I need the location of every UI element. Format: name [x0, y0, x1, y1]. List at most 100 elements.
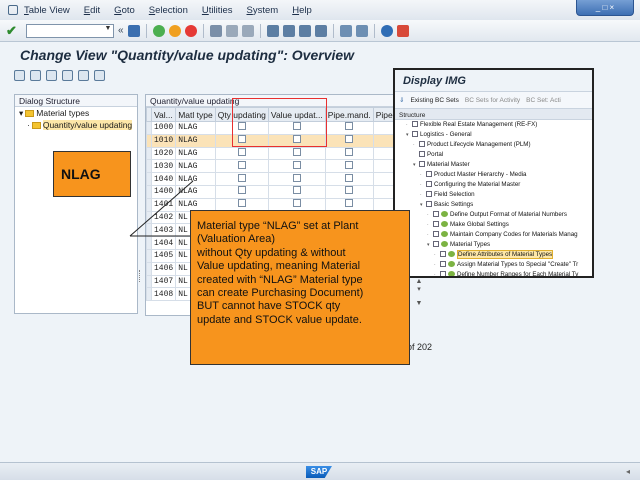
display-change-icon[interactable] — [14, 69, 25, 81]
documentation-icon[interactable] — [419, 161, 425, 168]
valuation-area-cell[interactable]: 1403 — [150, 223, 177, 238]
valuation-area-cell[interactable]: 1040 — [150, 172, 177, 186]
last-page-icon[interactable] — [314, 24, 327, 37]
chevron-down-icon[interactable]: ▼ — [103, 25, 113, 37]
value-updating-checkbox[interactable] — [292, 186, 301, 195]
material-type-cell[interactable]: NLAG — [175, 172, 216, 186]
qty-updating-checkbox[interactable] — [237, 199, 246, 208]
pipeline-mandatory-checkbox[interactable] — [345, 186, 354, 195]
img-tree-node[interactable]: · Define Output Format of Material Number… — [395, 210, 592, 220]
img-tree-node[interactable]: · Configuring the Material Master — [395, 180, 592, 190]
back-arrows-icon[interactable]: « — [118, 25, 124, 36]
documentation-icon[interactable] — [412, 121, 418, 128]
value-updating-checkbox[interactable] — [292, 160, 301, 169]
valuation-area-cell[interactable]: 1405 — [150, 248, 177, 263]
img-tree-node[interactable]: · Flexible Real Estate Management (RE-FX) — [395, 120, 592, 130]
execute-activity-icon[interactable] — [441, 241, 448, 248]
menu-edit[interactable]: Edit — [84, 5, 100, 16]
img-tree-node[interactable]: · Make Global Settings — [395, 220, 592, 230]
valuation-area-cell[interactable]: 1010 — [150, 133, 177, 148]
execute-activity-icon[interactable] — [448, 251, 455, 258]
expand-tree-icon[interactable]: ⇓ — [399, 96, 404, 104]
img-tree-node[interactable]: · Define Attributes of Material Types — [395, 250, 592, 260]
documentation-icon[interactable] — [440, 251, 446, 258]
shortcut-icon[interactable] — [355, 24, 368, 37]
select-all-icon[interactable] — [94, 69, 105, 81]
pipeline-mandatory-checkbox[interactable] — [345, 122, 354, 131]
valuation-area-cell[interactable]: 1030 — [150, 159, 177, 174]
tree-item-quantity-value-updating[interactable]: · Quantity/value updating — [15, 119, 137, 131]
value-updating-checkbox[interactable] — [292, 173, 301, 182]
valuation-area-cell[interactable]: 1407 — [150, 274, 177, 289]
pipeline-mandatory-checkbox[interactable] — [345, 148, 354, 156]
new-session-icon[interactable] — [339, 24, 352, 37]
system-menu-icon[interactable] — [8, 5, 18, 15]
undo-change-icon[interactable] — [30, 69, 41, 81]
valuation-area-cell[interactable]: 1400 — [150, 184, 177, 199]
valuation-area-cell[interactable]: 1408 — [150, 287, 177, 302]
column-header-pipeline[interactable]: Pipe — [372, 107, 394, 122]
documentation-icon[interactable] — [440, 261, 446, 268]
next-page-icon[interactable] — [298, 24, 311, 37]
bc-sets-button[interactable]: Existing BC Sets — [410, 97, 458, 104]
bc-sets-activity-button[interactable]: BC Sets for Activity — [465, 97, 520, 104]
img-tree-node[interactable]: Portal — [395, 150, 592, 160]
material-type-cell[interactable]: NLAG — [175, 146, 216, 161]
pipeline-mandatory-checkbox[interactable] — [345, 135, 354, 144]
valuation-area-cell[interactable]: 1404 — [150, 236, 177, 250]
table-row[interactable]: 1030 NLAG — [146, 159, 394, 174]
img-tree-node[interactable]: · Product Master Hierarchy - Media — [395, 170, 592, 180]
window-controls[interactable]: _ □ × — [576, 0, 634, 16]
pipeline-cell[interactable] — [372, 159, 394, 174]
documentation-icon[interactable] — [440, 271, 446, 276]
valuation-area-cell[interactable]: 1401 — [150, 197, 177, 212]
documentation-icon[interactable] — [433, 221, 439, 228]
exit-icon[interactable] — [168, 24, 181, 37]
img-tree-node[interactable]: · Field Selection — [395, 190, 592, 200]
img-tree-node[interactable]: · Maintain Company Codes for Materials Ma… — [395, 230, 592, 240]
find-icon[interactable] — [225, 24, 238, 37]
expand-arrow-icon[interactable]: ▾ — [19, 108, 23, 118]
pipeline-mandatory-checkbox[interactable] — [345, 199, 354, 208]
img-tree-node[interactable]: · Assign Material Types to Special "Creat… — [395, 260, 592, 270]
img-tree-node[interactable]: ▾ Logistics - General — [395, 130, 592, 140]
status-expand-icon[interactable]: ◂ — [626, 467, 630, 476]
execute-activity-icon[interactable] — [441, 211, 448, 218]
documentation-icon[interactable] — [426, 181, 432, 188]
valuation-area-cell[interactable]: 1020 — [150, 146, 177, 161]
pipeline-cell[interactable] — [372, 146, 394, 161]
pipeline-cell[interactable] — [372, 133, 394, 148]
print-icon[interactable] — [209, 24, 222, 37]
valuation-area-cell[interactable]: 1402 — [150, 210, 177, 225]
save-icon[interactable] — [127, 24, 140, 37]
documentation-icon[interactable] — [433, 231, 439, 238]
qty-updating-checkbox[interactable] — [237, 186, 246, 195]
menu-selection[interactable]: Selection — [149, 5, 188, 16]
documentation-icon[interactable] — [433, 211, 439, 218]
new-entries-icon[interactable] — [46, 69, 57, 81]
img-tree-node[interactable]: ▾ Material Types — [395, 240, 592, 250]
documentation-icon[interactable] — [419, 141, 425, 148]
command-field[interactable]: ▼ — [26, 23, 114, 38]
qty-updating-checkbox[interactable] — [237, 173, 246, 182]
img-tree-node[interactable]: · Define Number Ranges for Each Material … — [395, 270, 592, 276]
pipeline-mandatory-checkbox[interactable] — [345, 160, 354, 169]
img-tree-node[interactable]: ▾ Basic Settings — [395, 200, 592, 210]
execute-activity-icon[interactable] — [441, 231, 448, 238]
first-page-icon[interactable] — [266, 24, 279, 37]
qty-updating-checkbox[interactable] — [237, 148, 246, 156]
material-type-cell[interactable]: NLAG — [175, 133, 216, 148]
menu-help[interactable]: Help — [292, 5, 312, 16]
pipeline-cell[interactable] — [372, 121, 394, 135]
img-tree-node[interactable]: · Product Lifecycle Management (PLM) — [395, 140, 592, 150]
valuation-area-cell[interactable]: 1000 — [150, 121, 177, 135]
column-header-pipeline-mandatory[interactable]: Pipe.mand. — [324, 107, 374, 122]
material-type-cell[interactable]: NLAG — [175, 184, 216, 199]
value-updating-checkbox[interactable] — [292, 199, 301, 208]
documentation-icon[interactable] — [419, 151, 425, 158]
help-icon[interactable] — [380, 24, 393, 37]
table-row[interactable]: 1020 NLAG — [146, 146, 394, 161]
material-type-cell[interactable]: NLAG — [175, 121, 216, 135]
bc-set-act-button[interactable]: BC Set: Acti — [526, 97, 561, 104]
qty-updating-checkbox[interactable] — [237, 160, 246, 169]
